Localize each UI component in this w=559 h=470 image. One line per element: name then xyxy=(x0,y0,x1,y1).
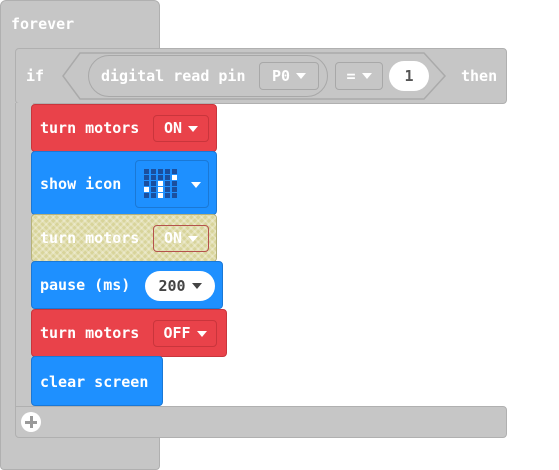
digital-read-label: digital read pin xyxy=(101,67,246,85)
turn-motors-label: turn motors xyxy=(40,229,140,247)
motor-state-value: ON xyxy=(163,229,183,247)
dropdown-arrow-icon xyxy=(296,73,307,79)
pin-dropdown[interactable]: P0 xyxy=(259,62,319,90)
pause-duration-dropdown[interactable]: 200 xyxy=(145,271,215,301)
operator-value: = xyxy=(346,66,356,85)
dropdown-arrow-icon xyxy=(191,182,201,188)
clear-screen-block[interactable]: clear screen xyxy=(31,356,163,406)
motor-state-value: OFF xyxy=(163,324,191,342)
led-grid-icon xyxy=(144,169,177,198)
turn-motors-label: turn motors xyxy=(40,324,140,342)
motor-state-value: ON xyxy=(163,119,183,137)
compare-value-input[interactable]: 1 xyxy=(389,61,429,91)
pin-value: P0 xyxy=(271,66,291,85)
compare-value: 1 xyxy=(404,67,414,85)
show-icon-block[interactable]: show icon xyxy=(31,151,217,215)
turn-motors-label: turn motors xyxy=(40,119,140,137)
operator-dropdown[interactable]: = xyxy=(335,62,383,90)
clear-screen-label: clear screen xyxy=(40,373,149,391)
dropdown-arrow-icon xyxy=(188,235,199,242)
if-label: if xyxy=(26,67,45,85)
dropdown-arrow-icon xyxy=(361,73,372,79)
dropdown-arrow-icon xyxy=(196,330,207,337)
show-icon-label: show icon xyxy=(40,175,122,193)
motor-state-dropdown[interactable]: OFF xyxy=(153,320,217,347)
motor-state-dropdown[interactable]: ON xyxy=(153,115,209,142)
dropdown-arrow-icon xyxy=(188,125,199,132)
if-block-footer[interactable] xyxy=(15,406,507,438)
add-branch-icon[interactable] xyxy=(21,412,41,432)
digital-read-reporter[interactable]: digital read pin P0 xyxy=(88,55,328,97)
turn-motors-on-disabled-block[interactable]: turn motors ON xyxy=(31,214,217,262)
icon-picker-dropdown[interactable] xyxy=(135,160,209,208)
motor-state-dropdown[interactable]: ON xyxy=(153,225,209,252)
turn-motors-on-block[interactable]: turn motors ON xyxy=(31,104,217,152)
pause-duration-value: 200 xyxy=(158,277,186,295)
turn-motors-off-block[interactable]: turn motors OFF xyxy=(31,309,227,357)
then-label: then xyxy=(461,67,498,85)
forever-label: forever xyxy=(11,15,75,33)
pause-label: pause (ms) xyxy=(40,276,131,294)
dropdown-arrow-icon xyxy=(191,283,202,289)
pause-block[interactable]: pause (ms) 200 xyxy=(31,261,223,309)
